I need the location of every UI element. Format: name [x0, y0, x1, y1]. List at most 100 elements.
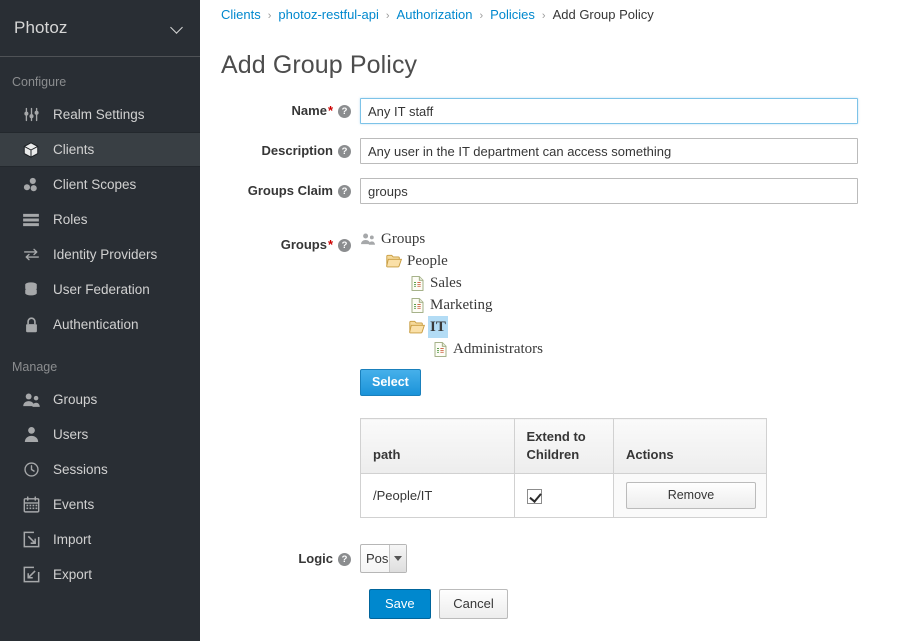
realm-selector[interactable]: Photoz [0, 0, 200, 57]
page-title: Add Group Policy [221, 51, 418, 79]
sidebar-item-identity-providers[interactable]: Identity Providers [0, 237, 200, 272]
sidebar-item-user-federation[interactable]: User Federation [0, 272, 200, 307]
label-logic-text: Logic [298, 551, 333, 566]
cancel-button[interactable]: Cancel [439, 589, 508, 619]
form-row-groups: Groups*? Groups People Sales Marketing IT Adm… [200, 226, 912, 396]
select-button[interactable]: Select [360, 369, 421, 396]
label-description-text: Description [261, 143, 333, 158]
tree-node-label[interactable]: Groups [379, 228, 427, 250]
help-circle-icon[interactable]: ? [338, 145, 351, 158]
description-input[interactable] [360, 138, 858, 164]
tree-node[interactable]: People [386, 250, 545, 272]
tree-node-label[interactable]: IT [428, 316, 448, 338]
calendar-icon [20, 496, 42, 514]
sidebar-item-label: Clients [53, 142, 95, 157]
breadcrumb-link[interactable]: Clients [221, 7, 261, 22]
sidebar-item-clients[interactable]: Clients [0, 132, 200, 167]
help-circle-icon[interactable]: ? [338, 553, 351, 566]
tree-node-label[interactable]: Marketing [428, 294, 494, 316]
selected-groups-table: path Extend to Children Actions /People/… [360, 418, 767, 518]
column-header-path: path [360, 418, 515, 474]
tree-node[interactable]: Sales [409, 272, 545, 294]
sidebar-item-export[interactable]: Export [0, 557, 200, 592]
help-circle-icon[interactable]: ? [338, 239, 351, 252]
open-folder-icon [409, 319, 425, 335]
users-group-icon [360, 231, 376, 247]
tree-node-label[interactable]: Administrators [451, 338, 545, 360]
sidebar-item-label: Roles [53, 212, 88, 227]
tree-node-label[interactable]: People [405, 250, 450, 272]
sidebar-item-authentication[interactable]: Authentication [0, 307, 200, 342]
help-circle-icon[interactable]: ? [338, 105, 351, 118]
label-name: Name*? [200, 98, 360, 118]
users-group-icon [20, 391, 42, 409]
group-table-spacer [200, 418, 360, 423]
database-icon [20, 281, 42, 299]
form-row-group-table: path Extend to Children Actions /People/… [200, 418, 912, 518]
sidebar-item-label: Identity Providers [53, 247, 158, 262]
required-asterisk: * [327, 103, 333, 118]
extend-to-children-checkbox[interactable] [526, 488, 542, 504]
groups-claim-input[interactable] [360, 178, 858, 204]
table-head: path Extend to Children Actions [360, 418, 767, 474]
breadcrumb-link[interactable]: photoz-restful-api [278, 7, 378, 22]
save-button[interactable]: Save [369, 589, 431, 619]
breadcrumb: Clients › photoz-restful-api › Authorization… [200, 0, 912, 27]
lock-icon [20, 316, 42, 334]
sidebar-item-events[interactable]: Events [0, 487, 200, 522]
sidebar-item-users[interactable]: Users [0, 417, 200, 452]
keycloak-admin-console: Photoz Configure Realm Settings Clients Cli… [0, 0, 912, 641]
help-circle-icon[interactable]: ? [338, 185, 351, 198]
sidebar-item-label: Authentication [53, 317, 139, 332]
arrow-out-of-box-icon [20, 566, 42, 584]
breadcrumb-separator: › [479, 10, 484, 22]
label-groups-claim-text: Groups Claim [247, 183, 333, 198]
sidebar-item-label: Users [53, 427, 89, 442]
logic-select-wrapper: PositiveNegative [360, 544, 407, 573]
groups-tree-container: Groups People Sales Marketing IT Administrato… [360, 226, 545, 396]
column-header-extend-to-children: Extend to Children [514, 418, 614, 474]
form-row-logic: Logic? PositiveNegative [200, 544, 912, 573]
groups-tree: Groups People Sales Marketing IT Administrato… [360, 226, 545, 360]
breadcrumb-current: Add Group Policy [552, 7, 654, 22]
cell-extend-to-children [514, 473, 614, 518]
sidebar-nav: Configure Realm Settings Clients Client Sco… [0, 57, 200, 592]
sidebar: Photoz Configure Realm Settings Clients Cli… [0, 0, 200, 641]
sidebar-section-title: Manage [12, 360, 58, 374]
clock-icon [20, 461, 42, 479]
label-groups-claim: Groups Claim? [200, 178, 360, 198]
label-groups: Groups*? [200, 226, 360, 252]
realm-name: Photoz [14, 18, 68, 37]
column-header-actions: Actions [613, 418, 767, 474]
sidebar-item-client-scopes[interactable]: Client Scopes [0, 167, 200, 202]
logic-select[interactable]: PositiveNegative [360, 544, 407, 573]
tree-node[interactable]: Groups [360, 228, 545, 250]
label-logic: Logic? [200, 544, 360, 566]
exchange-arrows-icon [20, 246, 42, 264]
sidebar-item-groups[interactable]: Groups [0, 382, 200, 417]
form-actions: Save Cancel [369, 589, 912, 619]
open-folder-icon [386, 253, 402, 269]
tree-node-label[interactable]: Sales [428, 272, 464, 294]
sidebar-item-realm-settings[interactable]: Realm Settings [0, 97, 200, 132]
tree-node[interactable]: Marketing [409, 294, 545, 316]
breadcrumb-link[interactable]: Authorization [397, 7, 473, 22]
name-input[interactable] [360, 98, 858, 124]
sidebar-item-label: Export [53, 567, 93, 582]
sidebar-item-label: Events [53, 497, 95, 512]
tree-node[interactable]: IT [409, 316, 545, 338]
remove-button[interactable]: Remove [625, 482, 756, 509]
sidebar-item-label: User Federation [53, 282, 150, 297]
sidebar-item-sessions[interactable]: Sessions [0, 452, 200, 487]
list-rows-icon [20, 211, 42, 229]
document-icon [409, 275, 425, 291]
tree-node[interactable]: Administrators [432, 338, 545, 360]
document-icon [432, 341, 448, 357]
sidebar-item-roles[interactable]: Roles [0, 202, 200, 237]
chevron-down-icon [172, 22, 184, 34]
user-icon [20, 426, 42, 444]
sidebar-item-label: Sessions [53, 462, 108, 477]
breadcrumb-separator: › [267, 10, 272, 22]
sidebar-item-import[interactable]: Import [0, 522, 200, 557]
breadcrumb-link[interactable]: Policies [490, 7, 535, 22]
